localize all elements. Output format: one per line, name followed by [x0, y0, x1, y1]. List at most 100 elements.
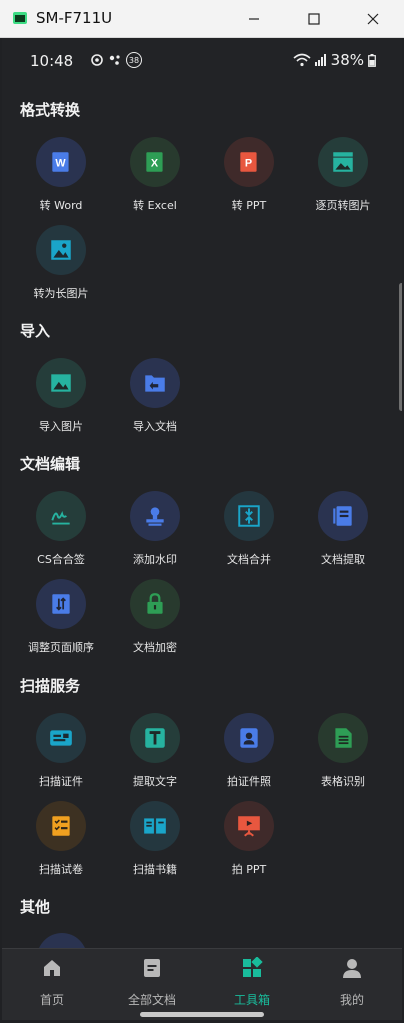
nav-item-home[interactable]: 首页: [2, 957, 102, 1008]
lock-icon: [147, 593, 163, 614]
tool-import-image[interactable]: 导入图片: [16, 358, 106, 442]
documents-icon: [144, 959, 160, 977]
signal-icon: [314, 54, 326, 66]
tool-label: 转 PPT: [231, 199, 267, 212]
sync-icon: [91, 54, 103, 66]
tool-portrait[interactable]: 拍证件照: [204, 713, 294, 797]
tool-icon-circle: X: [130, 137, 180, 187]
tool-icon-circle: [36, 225, 86, 275]
merge-icon: [238, 505, 260, 527]
section-title-other: 其他: [20, 898, 51, 916]
tool-label: CS合合签: [37, 553, 85, 566]
tool-label: 文档提取: [321, 553, 365, 566]
tool-word[interactable]: W 转 Word: [16, 137, 106, 221]
scrollbar[interactable]: [399, 283, 402, 411]
tool-excel[interactable]: X 转 Excel: [110, 137, 200, 221]
tool-label: 转 Excel: [133, 199, 177, 212]
profile-icon: [343, 959, 361, 978]
tool-label: 导入图片: [39, 420, 83, 433]
tool-label: 添加水印: [133, 553, 177, 566]
book-icon: [144, 818, 166, 834]
assistant-icon: [109, 55, 120, 65]
tool-icon-circle: [36, 358, 86, 408]
nav-label-home: 首页: [39, 993, 64, 1007]
tool-extract[interactable]: 文档提取: [298, 491, 388, 575]
tool-label: 转为长图片: [33, 287, 89, 300]
long-image-icon: [51, 240, 71, 260]
tool-label: 表格识别: [321, 775, 365, 788]
tool-label: 调整页面顺序: [28, 641, 94, 654]
status-bar: 10:48 38 38%: [2, 38, 402, 82]
ppt-icon: P: [240, 152, 257, 172]
extract-icon: [333, 506, 352, 526]
word-icon: W: [52, 152, 69, 172]
tool-exam[interactable]: 扫描试卷: [16, 801, 106, 885]
gesture-home-bar[interactable]: [140, 1012, 264, 1017]
android-app-icon: [13, 12, 27, 24]
tool-icon-circle: [36, 579, 86, 629]
section-title-document-edit: 文档编辑: [20, 455, 81, 473]
window-titlebar: SM-F711U: [0, 0, 404, 38]
tool-icon-circle: [318, 491, 368, 541]
tool-icon-circle: [130, 801, 180, 851]
tool-icon-circle: [36, 491, 86, 541]
tool-label: 导入文档: [133, 420, 177, 433]
tool-icon-circle: [318, 713, 368, 763]
status-icons-left: 38: [90, 52, 142, 68]
nav-label-profile: 我的: [339, 993, 364, 1007]
tool-label: 转 Word: [39, 199, 83, 212]
close-button[interactable]: [355, 6, 391, 32]
excel-icon: X: [146, 152, 163, 172]
tool-label: 文档加密: [133, 641, 177, 654]
tool-icon-circle: [130, 713, 180, 763]
presentation-icon: [238, 816, 260, 837]
tool-signature[interactable]: CS合合签: [16, 491, 106, 575]
signature-icon: [51, 511, 70, 525]
wifi-icon: [293, 53, 311, 67]
close-icon: [367, 13, 379, 25]
section-title-import: 导入: [20, 322, 51, 340]
minimize-button[interactable]: [236, 6, 272, 32]
tool-reorder[interactable]: 调整页面顺序: [16, 579, 106, 663]
reorder-icon: [52, 594, 70, 614]
phone-screen: 10:48 38 38% 格式转换 导入 文档编辑 扫描服务 其他 W 转 Wor…: [2, 38, 402, 1020]
tool-image-pages[interactable]: 逐页转图片: [298, 137, 388, 221]
status-time: 10:48: [30, 52, 74, 70]
tool-long-image[interactable]: 转为长图片: [16, 225, 106, 309]
tool-book[interactable]: 扫描书籍: [110, 801, 200, 885]
tool-icon-circle: [224, 713, 274, 763]
tool-lock[interactable]: 文档加密: [110, 579, 200, 663]
battery-level: 38%: [330, 51, 364, 69]
tool-label: 扫描证件: [39, 775, 83, 788]
tool-ppt[interactable]: P 转 PPT: [204, 137, 294, 221]
tool-icon-circle: [130, 491, 180, 541]
tool-watermark[interactable]: 添加水印: [110, 491, 200, 575]
watermark-icon: [146, 507, 164, 526]
id-card-icon: [50, 730, 72, 746]
text-icon: [145, 728, 165, 748]
nav-item-toolbox[interactable]: 工具箱: [202, 956, 302, 1008]
minimize-icon: [249, 18, 259, 20]
import-image-icon: [51, 374, 71, 392]
tool-table[interactable]: 表格识别: [298, 713, 388, 797]
tool-id-card[interactable]: 扫描证件: [16, 713, 106, 797]
tool-label: 逐页转图片: [315, 199, 371, 212]
tool-import-doc[interactable]: 导入文档: [110, 358, 200, 442]
tool-icon-circle: [224, 801, 274, 851]
section-title-format-conversion: 格式转换: [20, 101, 81, 119]
nav-item-profile[interactable]: 我的: [302, 957, 402, 1008]
tool-label: 提取文字: [133, 775, 177, 788]
status-icons-right: 38%: [293, 51, 376, 69]
svg-text:P: P: [245, 157, 252, 169]
tool-icon-circle: [36, 801, 86, 851]
portrait-icon: [240, 728, 258, 748]
maximize-button[interactable]: [296, 6, 332, 32]
nav-item-all-documents[interactable]: 全部文档: [102, 957, 202, 1008]
tool-presentation[interactable]: 拍 PPT: [204, 801, 294, 885]
tool-merge[interactable]: 文档合并: [204, 491, 294, 575]
tool-icon-circle: [224, 491, 274, 541]
tool-text[interactable]: 提取文字: [110, 713, 200, 797]
tool-label: 拍证件照: [227, 775, 271, 788]
home-icon: [44, 960, 60, 976]
tool-icon-circle: [130, 358, 180, 408]
